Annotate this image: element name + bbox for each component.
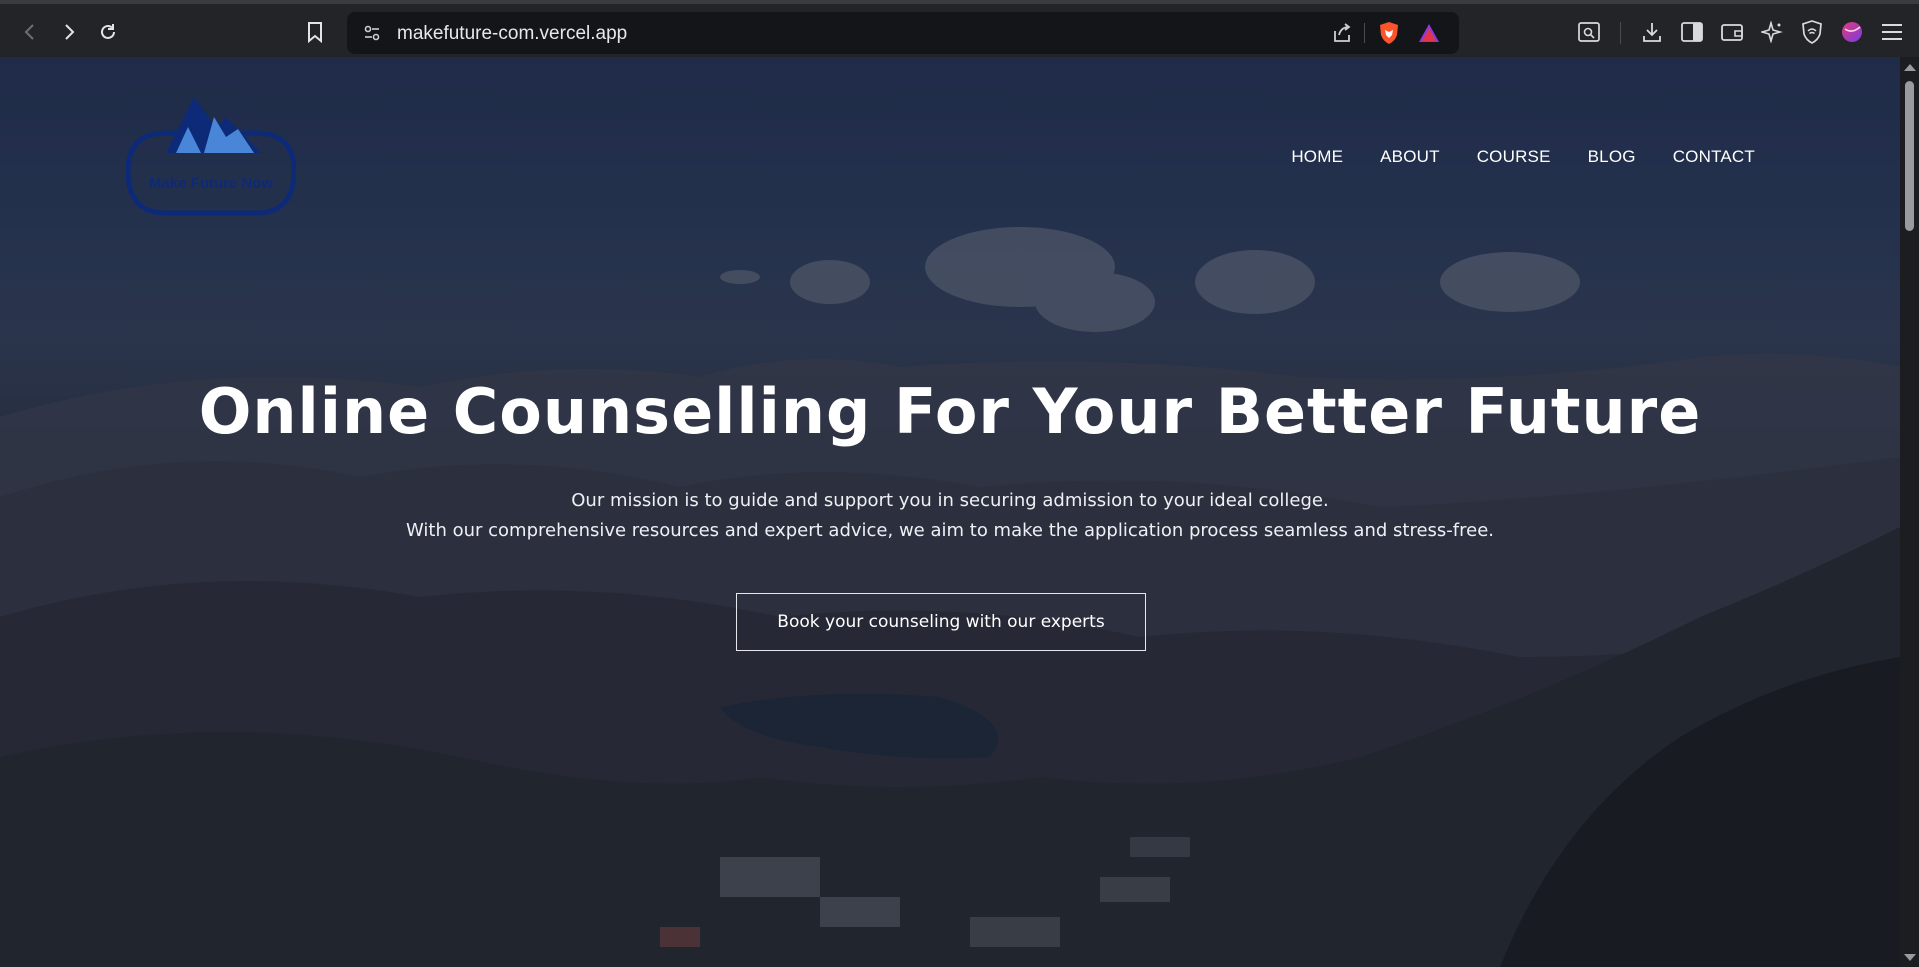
reload-icon[interactable] bbox=[90, 14, 126, 50]
wallet-icon[interactable] bbox=[1716, 16, 1748, 48]
site-settings-icon[interactable] bbox=[357, 18, 387, 48]
page-scrollbar[interactable] bbox=[1900, 57, 1919, 967]
menu-icon[interactable] bbox=[1876, 16, 1908, 48]
logo-text: Make Future Now bbox=[148, 175, 274, 192]
page-search-icon[interactable] bbox=[1573, 16, 1605, 48]
leo-ai-icon[interactable] bbox=[1756, 16, 1788, 48]
brave-shields-icon[interactable] bbox=[1374, 18, 1404, 48]
brave-rewards-icon[interactable] bbox=[1414, 18, 1444, 48]
sidebar-icon[interactable] bbox=[1676, 16, 1708, 48]
logo-mountain-icon bbox=[125, 97, 297, 216]
scroll-up-icon[interactable] bbox=[1904, 64, 1916, 71]
nav-about[interactable]: ABOUT bbox=[1380, 147, 1440, 167]
toolbar-divider bbox=[1620, 22, 1621, 44]
share-icon[interactable] bbox=[1327, 18, 1357, 48]
browser-toolbar: makefuture-com.vercel.app bbox=[0, 0, 1919, 57]
back-icon[interactable] bbox=[12, 14, 48, 50]
hero-subtext-line2: With our comprehensive resources and exp… bbox=[406, 520, 1494, 541]
hero-subtext-line1: Our mission is to guide and support you … bbox=[571, 490, 1329, 511]
url-divider bbox=[1364, 23, 1365, 43]
site-logo[interactable]: Make Future Now bbox=[125, 97, 297, 217]
nav-home[interactable]: HOME bbox=[1291, 147, 1343, 167]
forward-icon[interactable] bbox=[51, 14, 87, 50]
nav-blog[interactable]: BLOG bbox=[1588, 147, 1636, 167]
address-bar[interactable]: makefuture-com.vercel.app bbox=[347, 12, 1459, 54]
hero-section: Make Future Now HOME ABOUT COURSE BLOG C… bbox=[0, 57, 1900, 967]
profile-icon[interactable] bbox=[1836, 16, 1868, 48]
main-nav: HOME ABOUT COURSE BLOG CONTACT bbox=[1254, 147, 1755, 167]
nav-course[interactable]: COURSE bbox=[1477, 147, 1551, 167]
scroll-down-icon[interactable] bbox=[1904, 954, 1916, 961]
vpn-icon[interactable] bbox=[1796, 16, 1828, 48]
book-counseling-button[interactable]: Book your counseling with our experts bbox=[736, 593, 1146, 651]
nav-contact[interactable]: CONTACT bbox=[1673, 147, 1755, 167]
download-icon[interactable] bbox=[1636, 16, 1668, 48]
bookmark-icon[interactable] bbox=[297, 14, 333, 50]
scrollbar-thumb[interactable] bbox=[1905, 81, 1914, 231]
url-text[interactable]: makefuture-com.vercel.app bbox=[397, 23, 627, 45]
hero-headline: Online Counselling For Your Better Futur… bbox=[198, 375, 1702, 448]
